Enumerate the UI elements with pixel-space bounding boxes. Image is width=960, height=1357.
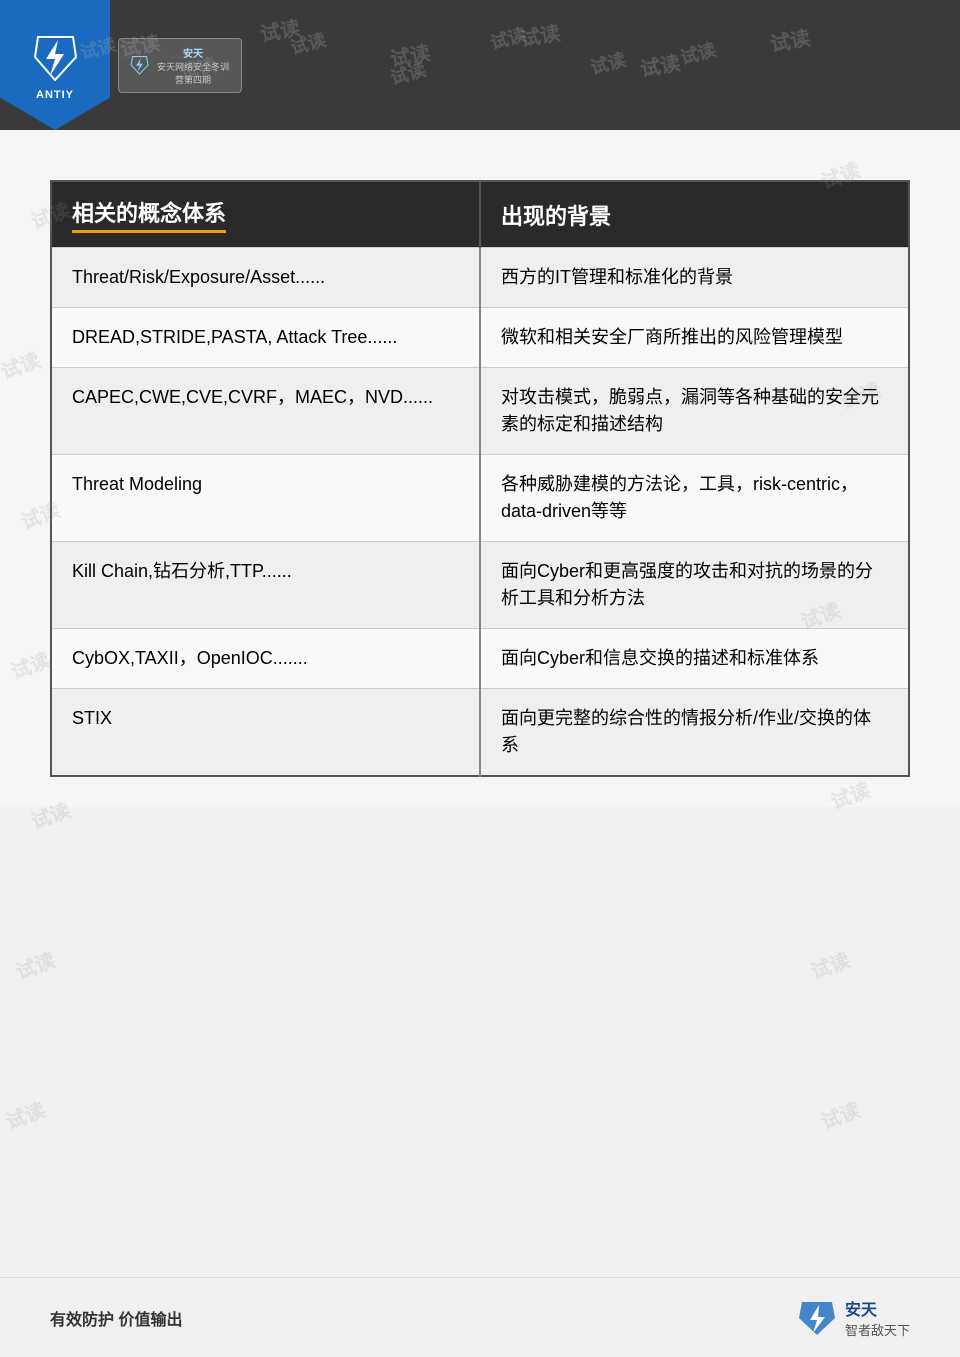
table-cell-concept: Kill Chain,钻石分析,TTP......: [51, 542, 480, 629]
footer: 有效防护 价值输出 安天 智者敌天下: [0, 1277, 960, 1357]
table-row: Threat/Risk/Exposure/Asset......西方的IT管理和…: [51, 248, 909, 308]
h-wm-6: 试读: [587, 46, 629, 80]
header-watermarks: 试读 试读 试读 试读 试读 试读 试读: [0, 0, 960, 130]
table-cell-background: 面向更完整的综合性的情报分析/作业/交换的体系: [480, 689, 909, 777]
wm-r5: 试读: [806, 944, 854, 985]
main-content: 相关的概念体系 出现的背景 Threat/Risk/Exposure/Asset…: [0, 130, 960, 807]
col2-header: 出现的背景: [480, 181, 909, 248]
table-cell-concept: STIX: [51, 689, 480, 777]
footer-brand: 安天 智者敌天下: [845, 1296, 910, 1339]
header: ANTIY 试读 试读 试读 试读 试读 试读 试读 安天 安天网络安全冬训营第…: [0, 0, 960, 130]
table-cell-background: 对攻击模式，脆弱点，漏洞等各种基础的安全元素的标定和描述结构: [480, 368, 909, 455]
table-cell-concept: Threat Modeling: [51, 455, 480, 542]
h-wm-5: 试读: [487, 21, 529, 55]
wm-r6: 试读: [816, 1094, 864, 1135]
footer-right: 安天 智者敌天下: [797, 1296, 910, 1339]
h-wm-7: 试读: [677, 36, 719, 70]
table-cell-background: 各种威胁建模的方法论，工具，risk-centric，data-driven等等: [480, 455, 909, 542]
table-cell-background: 微软和相关安全厂商所推出的风险管理模型: [480, 308, 909, 368]
table-row: Threat Modeling各种威胁建模的方法论，工具，risk-centri…: [51, 455, 909, 542]
table-cell-background: 面向Cyber和更高强度的攻击和对抗的场景的分析工具和分析方法: [480, 542, 909, 629]
h-wm-1: 试读: [77, 31, 119, 65]
main-table: 相关的概念体系 出现的背景 Threat/Risk/Exposure/Asset…: [50, 180, 910, 777]
table-cell-concept: Threat/Risk/Exposure/Asset......: [51, 248, 480, 308]
h-wm-2: 试读: [177, 51, 219, 85]
table-cell-concept: CybOX,TAXII，OpenIOC.......: [51, 629, 480, 689]
table-cell-concept: DREAD,STRIDE,PASTA, Attack Tree......: [51, 308, 480, 368]
table-cell-background: 面向Cyber和信息交换的描述和标准体系: [480, 629, 909, 689]
table-cell-background: 西方的IT管理和标准化的背景: [480, 248, 909, 308]
table-row: CybOX,TAXII，OpenIOC.......面向Cyber和信息交换的描…: [51, 629, 909, 689]
table-row: DREAD,STRIDE,PASTA, Attack Tree......微软和…: [51, 308, 909, 368]
wm-b6: 试读: [11, 944, 59, 985]
table-row: STIX面向更完整的综合性的情报分析/作业/交换的体系: [51, 689, 909, 777]
col1-header: 相关的概念体系: [51, 181, 480, 248]
table-cell-concept: CAPEC,CWE,CVE,CVRF，MAEC，NVD......: [51, 368, 480, 455]
table-row: CAPEC,CWE,CVE,CVRF，MAEC，NVD......对攻击模式，脆…: [51, 368, 909, 455]
h-wm-3: 试读: [287, 26, 329, 60]
footer-slogan: 有效防护 价值输出: [50, 1306, 182, 1330]
h-wm-4: 试读: [387, 56, 429, 90]
footer-antiy-icon: [797, 1300, 837, 1336]
table-row: Kill Chain,钻石分析,TTP......面向Cyber和更高强度的攻击…: [51, 542, 909, 629]
wm-b7: 试读: [1, 1094, 49, 1135]
